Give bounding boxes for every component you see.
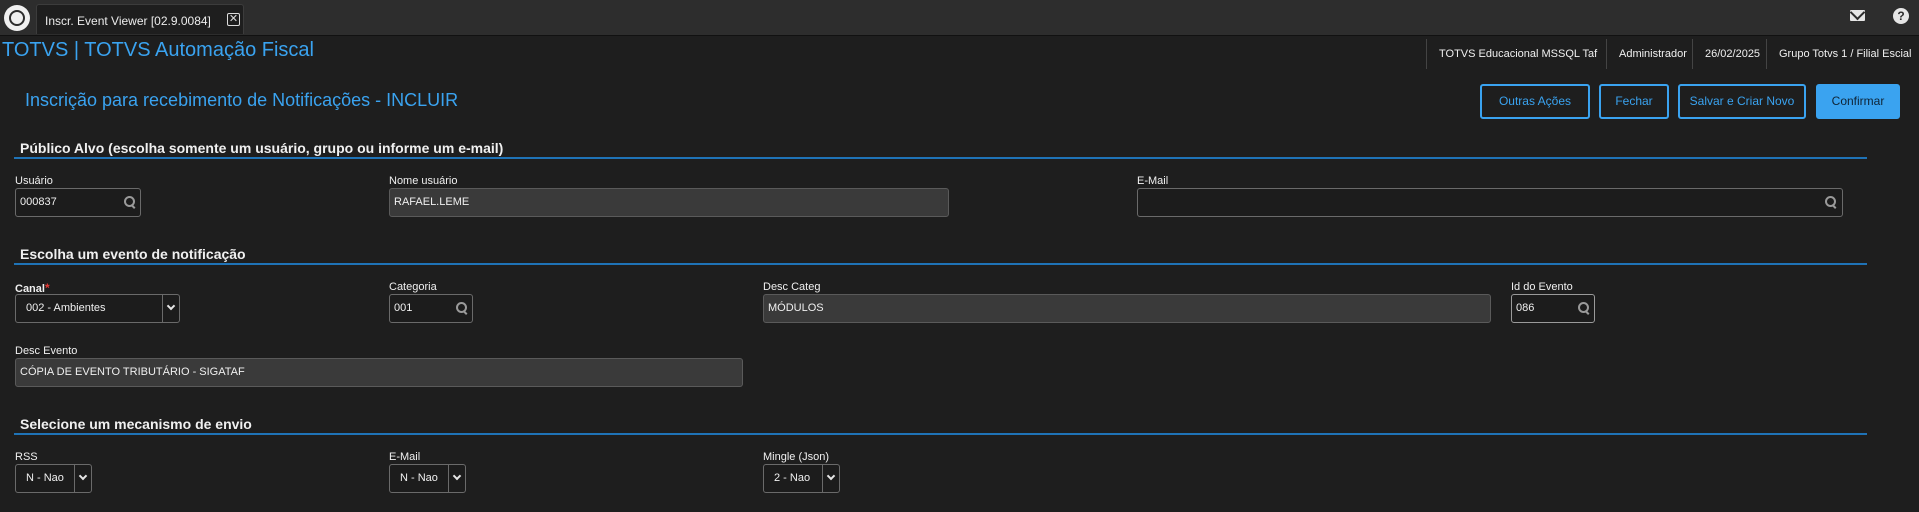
search-icon [1825, 196, 1837, 208]
user-name-label: Nome usuário [389, 175, 458, 187]
email-delivery-select[interactable]: N - Nao [389, 464, 466, 493]
user-name-value: RAFAEL.LEME [394, 196, 470, 208]
event-desc-field: CÓPIA DE EVENTO TRIBUTÁRIO - SIGATAF [15, 358, 743, 387]
category-desc-field: MÓDULOS [763, 294, 1491, 323]
company-info: Grupo Totvs 1 / Filial Escial [1766, 39, 1919, 69]
other-actions-button[interactable]: Outras Ações [1480, 84, 1590, 119]
email-delivery-dropdown-toggle[interactable] [448, 465, 466, 492]
category-value: 001 [394, 302, 413, 314]
close-icon[interactable]: ✕ [227, 13, 240, 26]
rss-select[interactable]: N - Nao [15, 464, 92, 493]
section-title-event: Escolha um evento de notificação [20, 246, 246, 262]
tab-label: Inscr. Event Viewer [02.9.0084] [45, 14, 211, 28]
date-info: 26/02/2025 [1692, 39, 1766, 69]
mingle-value: 2 - Nao [774, 472, 811, 484]
search-icon [124, 196, 136, 208]
mingle-select[interactable]: 2 - Nao [763, 464, 840, 493]
channel-select[interactable]: 002 - Ambientes [15, 294, 180, 323]
chevron-down-icon [826, 471, 836, 481]
tab-bar: Inscr. Event Viewer [02.9.0084] ✕ ? [0, 0, 1919, 36]
section-title-delivery: Selecione um mecanismo de envio [20, 416, 252, 432]
environment-info: TOTVS Educacional MSSQL Taf [1426, 39, 1606, 69]
event-id-search-button[interactable] [1573, 294, 1595, 323]
confirm-button[interactable]: Confirmar [1816, 84, 1900, 119]
email-delivery-value: N - Nao [400, 472, 438, 484]
category-label: Categoria [389, 281, 437, 293]
close-button[interactable]: Fechar [1599, 84, 1669, 119]
email-label: E-Mail [1137, 175, 1169, 187]
email-delivery-label: E-Mail [389, 451, 421, 463]
category-desc-label: Desc Categ [763, 281, 821, 293]
channel-label: Canal* [15, 281, 50, 295]
user-search-button[interactable] [119, 188, 141, 217]
channel-dropdown-toggle[interactable] [162, 295, 180, 322]
channel-value: 002 - Ambientes [26, 302, 106, 314]
event-desc-value: CÓPIA DE EVENTO TRIBUTÁRIO - SIGATAF [20, 366, 245, 378]
section-divider [14, 433, 1867, 435]
rss-value: N - Nao [26, 472, 64, 484]
tab-event-viewer[interactable]: Inscr. Event Viewer [02.9.0084] ✕ [36, 4, 244, 34]
app-title: TOTVS | TOTVS Automação Fiscal [2, 39, 314, 61]
required-marker: * [44, 281, 50, 295]
section-title-target: Público Alvo (escolha somente um usuário… [20, 140, 504, 156]
user-name-field: RAFAEL.LEME [389, 188, 949, 217]
page-title: Inscrição para recebimento de Notificaçõ… [25, 90, 459, 110]
chevron-down-icon [78, 471, 88, 481]
rss-label: RSS [15, 451, 38, 463]
mingle-label: Mingle (Json) [763, 451, 830, 463]
category-search-button[interactable] [451, 294, 473, 323]
user-value: 000837 [20, 196, 57, 208]
event-id-value: 086 [1516, 302, 1535, 314]
email-input[interactable] [1137, 188, 1843, 217]
rss-dropdown-toggle[interactable] [74, 465, 92, 492]
mail-icon[interactable] [1850, 10, 1865, 21]
user-info: Administrador [1606, 39, 1692, 69]
category-desc-value: MÓDULOS [768, 302, 824, 314]
event-id-label: Id do Evento [1511, 281, 1573, 293]
totvs-logo-icon[interactable] [4, 5, 30, 31]
section-divider [14, 263, 1867, 265]
search-icon [1578, 302, 1590, 314]
user-label: Usuário [15, 175, 53, 187]
chevron-down-icon [166, 301, 176, 311]
mingle-dropdown-toggle[interactable] [822, 465, 840, 492]
event-desc-label: Desc Evento [15, 345, 78, 357]
email-search-button[interactable] [1820, 188, 1842, 217]
help-icon[interactable]: ? [1893, 8, 1909, 24]
section-divider [14, 157, 1867, 159]
save-and-new-button[interactable]: Salvar e Criar Novo [1678, 84, 1806, 119]
chevron-down-icon [452, 471, 462, 481]
search-icon [456, 302, 468, 314]
